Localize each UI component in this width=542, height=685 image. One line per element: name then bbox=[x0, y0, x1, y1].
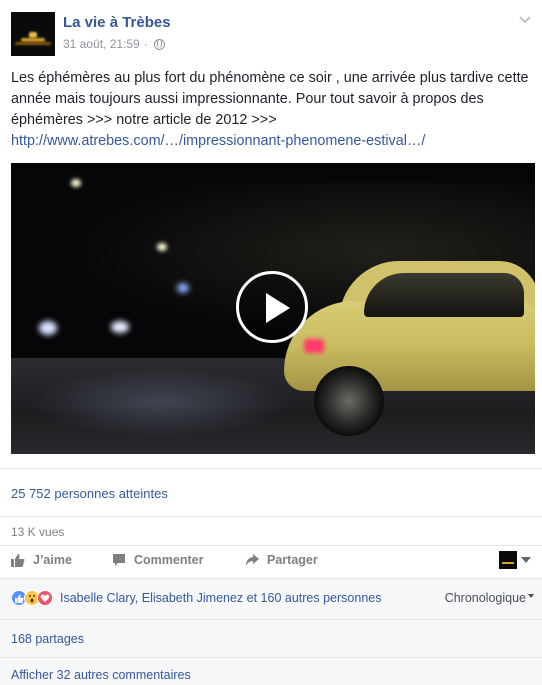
reach-count[interactable]: 25 752 personnes atteintes bbox=[11, 486, 168, 501]
caret-down-icon bbox=[528, 594, 534, 598]
video-frame-streetlight bbox=[157, 243, 167, 251]
comment-sort-dropdown[interactable]: Chronologique bbox=[445, 591, 534, 605]
post-timestamp[interactable]: 31 août, 21:59 bbox=[63, 37, 140, 51]
divider bbox=[0, 516, 542, 517]
thumbs-up-icon bbox=[11, 554, 25, 567]
facebook-post: La vie à Trèbes 31 août, 21:59 · Les éph… bbox=[0, 0, 542, 685]
page-avatar[interactable] bbox=[11, 12, 55, 56]
video-frame-car bbox=[284, 261, 535, 436]
like-button[interactable]: J’aime bbox=[11, 553, 72, 567]
comment-icon bbox=[113, 554, 125, 566]
video-frame-reflection bbox=[31, 368, 291, 438]
sort-label: Chronologique bbox=[444, 591, 526, 605]
divider bbox=[0, 468, 542, 469]
post-as-selector[interactable] bbox=[499, 551, 531, 569]
reaction-names[interactable]: Isabelle Clary, Elisabeth Jimenez et 160… bbox=[60, 591, 381, 605]
divider bbox=[0, 657, 542, 658]
play-icon bbox=[266, 293, 290, 323]
love-reaction-icon bbox=[37, 590, 53, 606]
share-arrow-icon bbox=[246, 554, 259, 566]
meta-separator: · bbox=[143, 37, 148, 51]
video-frame-streetlight bbox=[71, 179, 81, 187]
views-count: 13 K vues bbox=[11, 525, 65, 539]
post-link[interactable]: http://www.atrebes.com/…/impressionnant-… bbox=[11, 133, 425, 149]
page-name-link[interactable]: La vie à Trèbes bbox=[63, 14, 171, 31]
share-button[interactable]: Partager bbox=[245, 553, 318, 567]
caret-down-icon bbox=[521, 557, 531, 563]
post-message: Les éphémères au plus fort du phénomène … bbox=[11, 68, 536, 152]
page-mini-avatar bbox=[499, 551, 517, 569]
reactions-summary[interactable]: Isabelle Clary, Elisabeth Jimenez et 160… bbox=[11, 590, 381, 606]
view-more-comments-link[interactable]: Afficher 32 autres commentaires bbox=[11, 668, 191, 682]
play-button[interactable] bbox=[236, 271, 308, 343]
divider bbox=[0, 578, 542, 579]
globe-icon bbox=[153, 38, 165, 50]
comment-label: Commenter bbox=[134, 553, 204, 567]
share-label: Partager bbox=[267, 553, 318, 567]
video-frame-streetlight bbox=[177, 283, 189, 293]
chevron-down-icon[interactable] bbox=[518, 12, 532, 26]
action-bar: J’aime Commenter Partager bbox=[0, 545, 542, 577]
like-label: J’aime bbox=[33, 553, 72, 567]
post-meta: 31 août, 21:59 · bbox=[63, 37, 165, 51]
video-frame-headlight bbox=[111, 321, 129, 333]
divider bbox=[0, 619, 542, 620]
shares-count[interactable]: 168 partages bbox=[11, 632, 84, 646]
comment-button[interactable]: Commenter bbox=[112, 553, 203, 567]
video-frame-headlight bbox=[39, 321, 57, 335]
post-message-text: Les éphémères au plus fort du phénomène … bbox=[11, 70, 529, 128]
